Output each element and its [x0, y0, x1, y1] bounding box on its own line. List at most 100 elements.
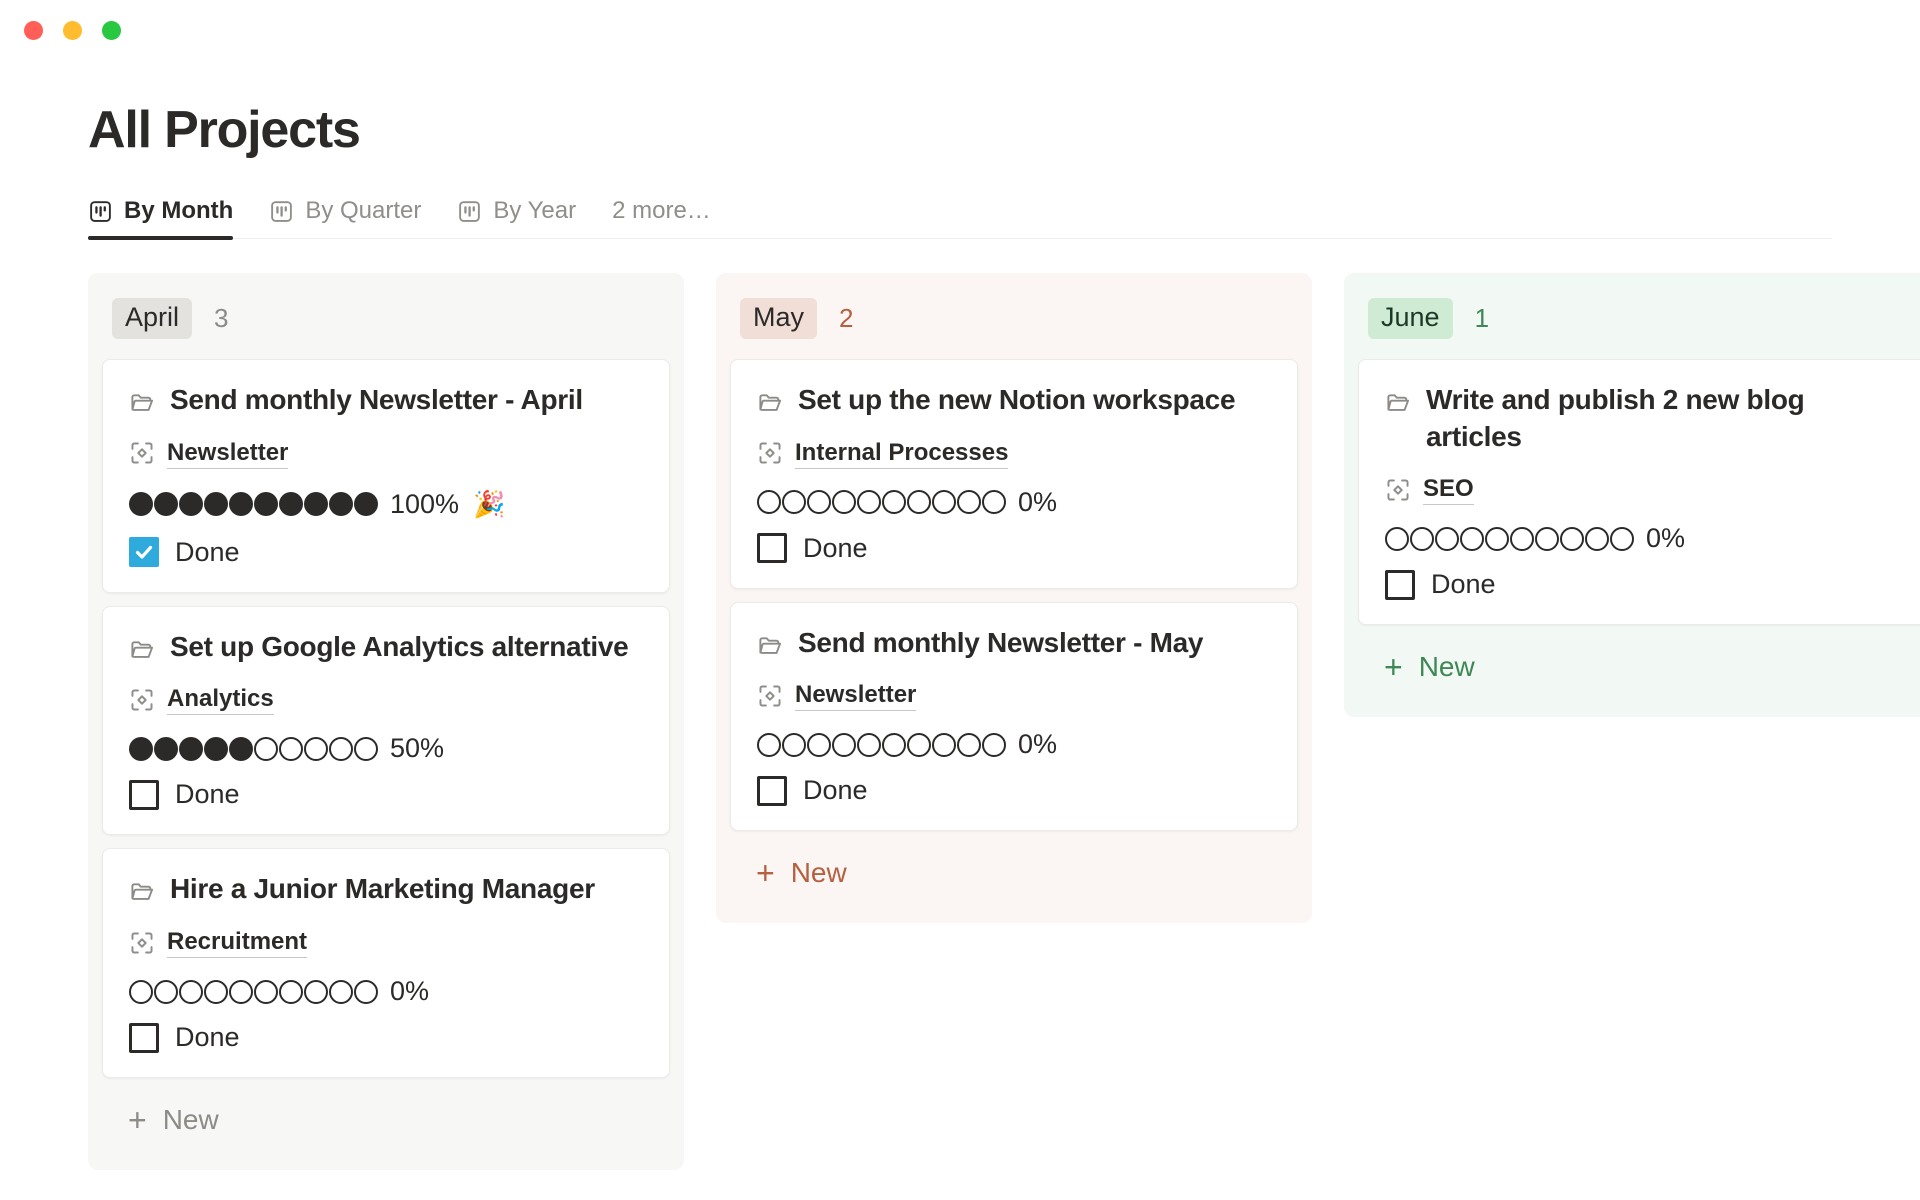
card-relation-link[interactable]: Analytics	[167, 684, 274, 715]
project-card[interactable]: Set up the new Notion workspaceInternal …	[730, 359, 1298, 589]
progress-dot-empty	[832, 490, 856, 514]
progress-dot-filled	[204, 737, 228, 761]
tab-by-year[interactable]: By Year	[439, 197, 594, 238]
done-checkbox-unchecked[interactable]	[129, 780, 159, 810]
progress-dot-empty	[807, 490, 831, 514]
done-checkbox-checked[interactable]	[129, 537, 159, 567]
card-relation-row: Analytics	[129, 684, 643, 715]
project-card[interactable]: Set up Google Analytics alternative Analy…	[102, 606, 670, 836]
project-card[interactable]: Write and publish 2 new blog articles SEO…	[1358, 359, 1920, 626]
progress-dot-empty	[1485, 527, 1509, 551]
tab-label: By Month	[124, 197, 233, 225]
project-card[interactable]: Hire a Junior Marketing Manager Recruitme…	[102, 848, 670, 1078]
new-card-button[interactable]: + New	[102, 1082, 670, 1160]
progress-dot-filled	[129, 492, 153, 516]
maximize-window-button[interactable]	[102, 21, 121, 40]
plus-icon: +	[128, 1108, 147, 1134]
column-cards: Send monthly Newsletter - AprilNewslette…	[88, 359, 684, 1079]
progress-percent: 50%	[390, 735, 444, 762]
tab-label: By Year	[493, 197, 576, 225]
progress-dot-empty	[1385, 527, 1409, 551]
column-name-badge: April	[112, 298, 192, 338]
board-column-april: April 3 Send monthly Newsletter - AprilNew…	[88, 273, 684, 1170]
tab-by-month[interactable]: By Month	[88, 197, 251, 238]
column-card-count: 2	[839, 303, 853, 334]
progress-dot-empty	[354, 980, 378, 1004]
done-label: Done	[175, 779, 240, 810]
view-tabs-bar: By Month By Quarter By Year 2 more…	[88, 197, 1832, 239]
done-checkbox-unchecked[interactable]	[757, 776, 787, 806]
progress-dot-empty	[882, 733, 906, 757]
progress-dot-empty	[279, 980, 303, 1004]
progress-dot-empty	[329, 980, 353, 1004]
progress-dot-empty	[957, 490, 981, 514]
project-card[interactable]: Send monthly Newsletter - May Newsletter 0…	[730, 602, 1298, 832]
card-title-row: Hire a Junior Marketing Manager	[129, 871, 643, 908]
new-card-button[interactable]: +New	[1358, 629, 1920, 707]
card-relation-link[interactable]: Newsletter	[167, 438, 288, 469]
card-progress-row: 0%	[1385, 525, 1899, 552]
card-title-row: Set up Google Analytics alternative	[129, 629, 643, 666]
folder-icon	[1385, 389, 1412, 416]
card-relation-row: Newsletter	[129, 438, 643, 469]
done-checkbox-unchecked[interactable]	[757, 533, 787, 563]
close-window-button[interactable]	[24, 21, 43, 40]
new-card-button[interactable]: +New	[730, 835, 1298, 913]
column-header[interactable]: June1	[1344, 273, 1920, 358]
folder-icon	[129, 878, 156, 905]
relation-icon	[757, 440, 783, 466]
progress-dot-empty	[229, 980, 253, 1004]
new-card-label: New	[163, 1104, 219, 1136]
progress-dot-filled	[229, 737, 253, 761]
progress-dot-empty	[1585, 527, 1609, 551]
progress-dot-empty	[154, 980, 178, 1004]
folder-icon	[757, 389, 784, 416]
progress-dot-filled	[279, 492, 303, 516]
tab-by-quarter[interactable]: By Quarter	[251, 197, 439, 238]
project-card[interactable]: Send monthly Newsletter - AprilNewslette…	[102, 359, 670, 593]
card-title: Send monthly Newsletter - May	[798, 625, 1203, 662]
card-relation-row: SEO	[1385, 474, 1899, 505]
progress-dot-filled	[354, 492, 378, 516]
done-checkbox-unchecked[interactable]	[129, 1023, 159, 1053]
card-title: Write and publish 2 new blog articles	[1426, 382, 1899, 456]
card-progress-row: 0%	[757, 489, 1271, 516]
progress-dot-empty	[907, 490, 931, 514]
card-progress-row: 50%	[129, 735, 643, 762]
card-relation-link[interactable]: Internal Processes	[795, 438, 1008, 469]
board-column-may: May2Set up the new Notion workspaceInter…	[716, 273, 1312, 923]
relation-icon	[757, 683, 783, 709]
column-header[interactable]: April 3	[88, 273, 684, 358]
card-done-row: Done	[757, 533, 1271, 564]
tabs-more-button[interactable]: 2 more…	[594, 197, 729, 238]
progress-dot-empty	[1610, 527, 1634, 551]
board-icon	[457, 199, 482, 224]
tab-label: By Quarter	[305, 197, 421, 225]
card-title-row: Write and publish 2 new blog articles	[1385, 382, 1899, 456]
column-header[interactable]: May2	[716, 273, 1312, 358]
card-relation-link[interactable]: Recruitment	[167, 927, 307, 958]
card-progress-row: 100%🎉	[129, 489, 643, 520]
progress-dot-empty	[982, 733, 1006, 757]
card-relation-link[interactable]: Newsletter	[795, 680, 916, 711]
folder-icon	[757, 632, 784, 659]
done-label: Done	[803, 775, 868, 806]
progress-dot-filled	[329, 492, 353, 516]
folder-icon	[129, 636, 156, 663]
minimize-window-button[interactable]	[63, 21, 82, 40]
traffic-lights	[24, 21, 121, 40]
card-progress-row: 0%	[757, 731, 1271, 758]
card-done-row: Done	[1385, 569, 1899, 600]
progress-dot-empty	[254, 980, 278, 1004]
column-card-count: 3	[214, 303, 228, 334]
progress-dot-filled	[254, 492, 278, 516]
progress-dots	[129, 737, 378, 761]
progress-dot-empty	[1535, 527, 1559, 551]
progress-dot-filled	[154, 737, 178, 761]
card-title: Hire a Junior Marketing Manager	[170, 871, 595, 908]
card-relation-link[interactable]: SEO	[1423, 474, 1474, 505]
done-checkbox-unchecked[interactable]	[1385, 570, 1415, 600]
progress-dot-empty	[807, 733, 831, 757]
board-icon	[269, 199, 294, 224]
card-relation-row: Newsletter	[757, 680, 1271, 711]
